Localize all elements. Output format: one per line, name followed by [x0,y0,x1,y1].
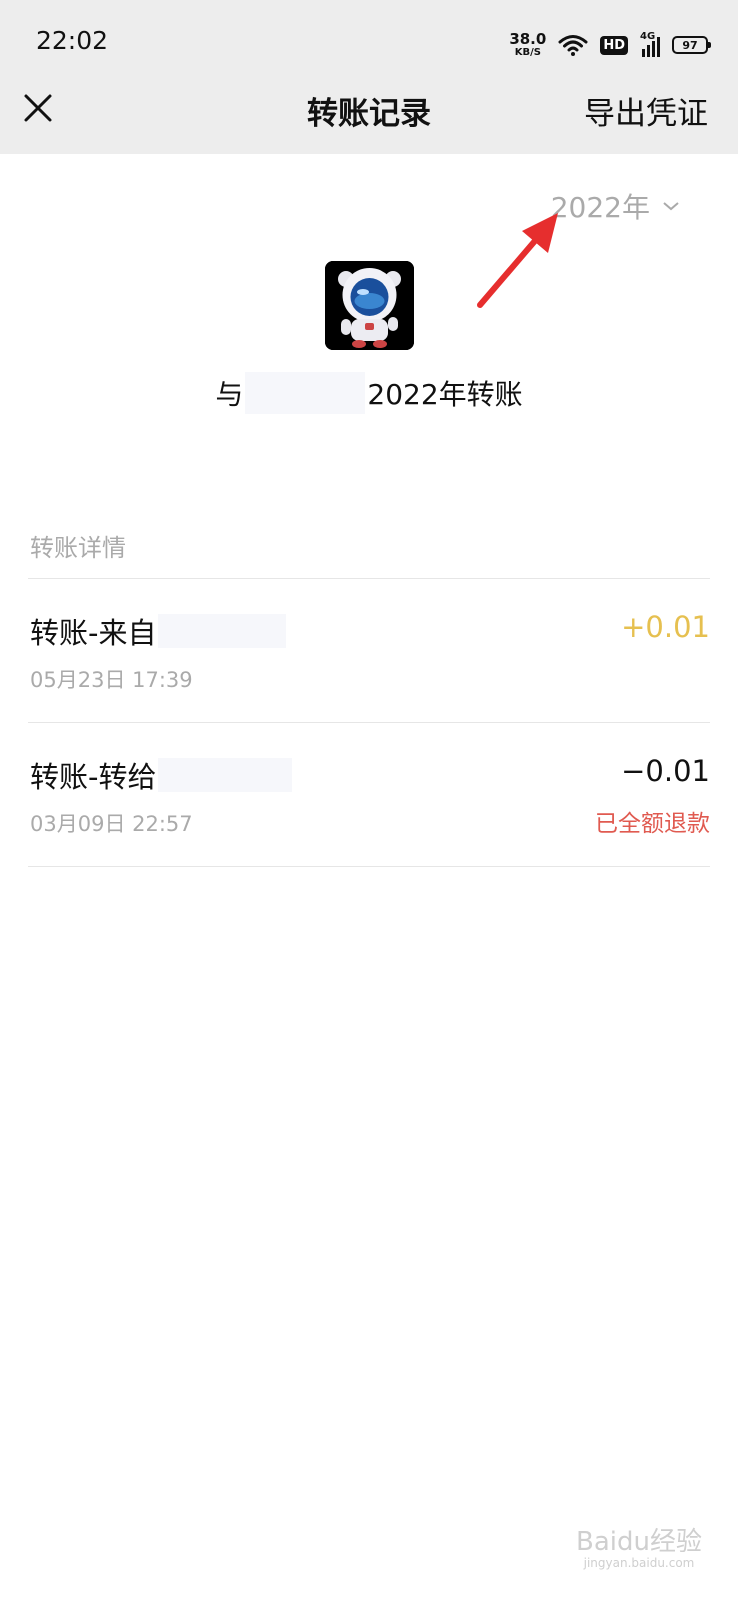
wifi-icon [558,35,588,56]
signal-icon: 4G [640,31,660,57]
watermark: Baidu经验 jingyan.baidu.com [576,1528,702,1570]
watermark-text: Baidu经验 [576,1527,702,1558]
transaction-title-text: 转账-转给 [30,760,157,794]
avatar[interactable] [325,261,414,350]
red-arrow-annotation [477,213,558,308]
transaction-row[interactable]: 转账-来自 05月23日 17:39 +0.01 [28,580,710,720]
export-voucher-button[interactable]: 导出凭证 [584,88,708,133]
summary-suffix: 2022年转账 [367,378,523,411]
year-picker[interactable]: 2022年 [551,186,680,226]
network-type: 4G [640,31,656,42]
transaction-amount: +0.01 [621,610,710,644]
speed-unit: KB/S [514,47,541,58]
summary-headline: 与 2022年转账 [0,372,738,414]
transaction-title-text: 转账-来自 [30,616,157,650]
transaction-date: 05月23日 17:39 [30,668,193,692]
chevron-down-icon [663,202,679,211]
redacted-name [245,372,366,414]
transaction-title: 转账-来自 [30,610,287,652]
watermark-url: jingyan.baidu.com [583,1555,695,1570]
top-bar: 22:02 38.0 KB/S HD 4G 97 转账记录 导出凭证 [0,0,738,154]
transaction-row[interactable]: 转账-转给 03月09日 22:57 −0.01 已全额退款 [28,724,710,864]
network-speed: 38.0 KB/S [509,32,546,58]
divider [28,866,710,867]
divider [28,578,710,579]
redacted-name [158,758,293,792]
speed-value: 38.0 [509,30,547,48]
status-icons: 38.0 KB/S HD 4G 97 [509,28,711,62]
battery-icon: 97 [672,36,711,54]
status-time: 22:02 [36,26,109,55]
divider [28,722,710,723]
transaction-title: 转账-转给 [30,754,293,796]
battery-level: 97 [682,38,698,52]
refund-status: 已全额退款 [595,811,710,837]
transaction-amount: −0.01 [621,754,710,788]
transaction-date: 03月09日 22:57 [30,812,193,836]
hd-icon: HD [600,35,628,55]
section-title: 转账详情 [30,534,126,562]
summary-prefix: 与 [215,378,244,411]
astronaut-icon [325,261,414,350]
redacted-name [158,614,287,648]
